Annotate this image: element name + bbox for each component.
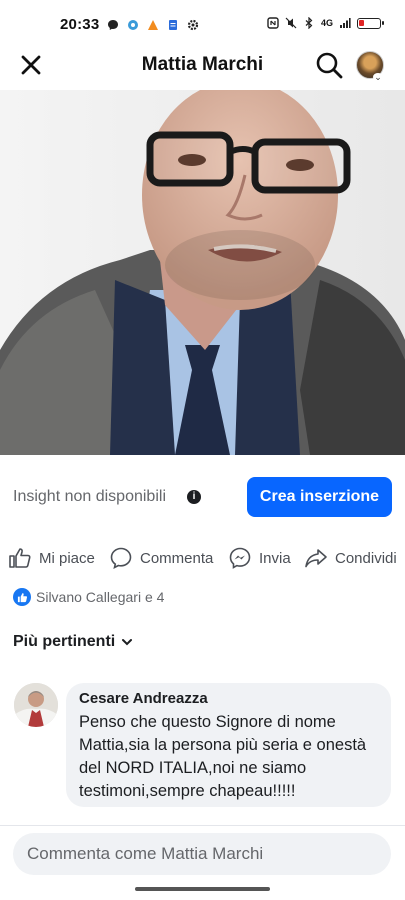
comment-bubble[interactable]: Cesare Andreazza Penso che questo Signor… <box>66 683 391 807</box>
status-left: 20:33 <box>60 16 199 33</box>
comment-icon <box>110 547 132 570</box>
chevron-down-icon <box>122 639 133 646</box>
divider <box>0 825 405 826</box>
send-label: Invia <box>259 549 291 567</box>
bluetooth-icon <box>305 17 313 29</box>
post-photo-image <box>0 90 405 455</box>
info-icon[interactable]: i <box>187 490 201 504</box>
reactions-summary[interactable]: Silvano Callegari e 4 <box>13 588 164 606</box>
status-time: 20:33 <box>60 16 100 33</box>
messenger-icon <box>229 547 251 569</box>
close-icon[interactable] <box>18 52 44 78</box>
comment-input[interactable]: Commenta come Mattia Marchi <box>13 833 391 875</box>
like-button[interactable]: Mi piace <box>8 546 95 570</box>
app-notification-icon <box>128 19 139 30</box>
comment-author[interactable]: Cesare Andreazza <box>79 690 378 707</box>
like-label: Mi piace <box>39 549 95 567</box>
post-photo[interactable] <box>0 90 405 455</box>
nfc-icon <box>267 17 279 29</box>
messenger-notification-icon <box>108 19 119 30</box>
create-ad-button[interactable]: Crea inserzione <box>247 477 392 517</box>
like-icon <box>9 548 31 568</box>
network-type: 4G <box>320 18 333 28</box>
reactions-text: Silvano Callegari e 4 <box>36 589 165 605</box>
comment-button[interactable]: Commenta <box>109 546 213 570</box>
warning-notification-icon <box>148 19 159 30</box>
status-right: 4G <box>267 17 384 29</box>
comment-label: Commenta <box>140 549 214 567</box>
send-button[interactable]: Invia <box>228 546 291 570</box>
commenter-avatar-image <box>14 683 58 727</box>
search-icon[interactable] <box>314 50 344 80</box>
insight-label: Insight non disponibili <box>13 488 166 505</box>
status-bar: 20:33 4G <box>0 0 405 40</box>
home-indicator[interactable] <box>135 887 270 891</box>
header: Mattia Marchi ⌄ <box>0 40 405 90</box>
share-label: Condividi <box>335 549 397 567</box>
page-title: Mattia Marchi <box>141 54 264 75</box>
document-notification-icon <box>169 19 178 30</box>
insight-row: Insight non disponibili i Crea inserzion… <box>0 470 405 525</box>
chevron-down-icon: ⌄ <box>373 72 383 82</box>
signal-icon <box>340 18 351 28</box>
sort-label: Più pertinenti <box>13 633 116 650</box>
mute-icon <box>285 17 297 29</box>
share-button[interactable]: Condividi <box>304 546 397 570</box>
comment-text: Penso che questo Signore di nome Mattia,… <box>79 713 367 800</box>
settings-notification-icon <box>188 19 199 30</box>
battery-icon <box>357 17 384 29</box>
post-actions: Mi piace Commenta Invia Condividi <box>0 540 405 576</box>
comment-sort-dropdown[interactable]: Più pertinenti <box>13 633 133 651</box>
commenter-avatar[interactable] <box>14 683 58 727</box>
like-reaction-icon <box>13 588 31 606</box>
share-icon <box>305 549 327 568</box>
